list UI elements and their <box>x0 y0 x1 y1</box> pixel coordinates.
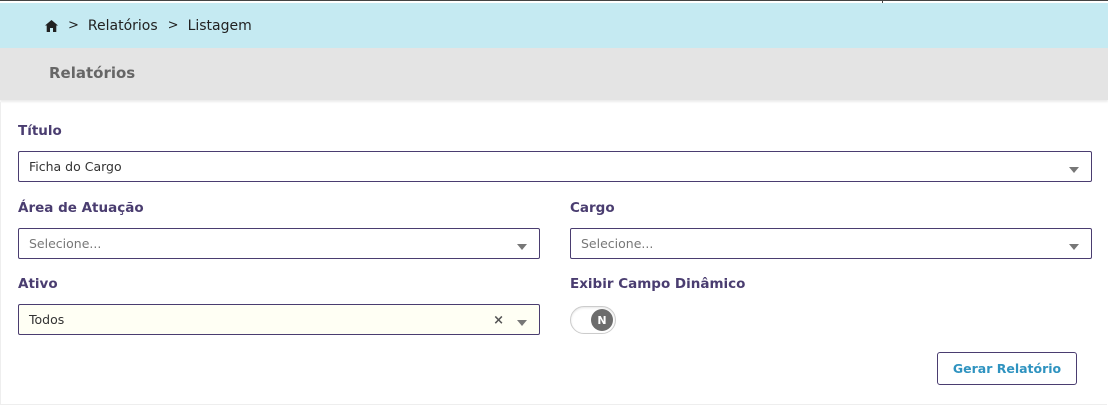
toggle-knob: N <box>591 309 613 331</box>
ativo-select[interactable]: Todos × <box>18 304 540 335</box>
chevron-down-icon[interactable] <box>517 244 527 250</box>
area-atuacao-label: Área de Atuação <box>18 200 144 216</box>
chevron-down-icon[interactable] <box>1069 167 1079 173</box>
cargo-label: Cargo <box>570 200 615 216</box>
ativo-select-value: Todos <box>29 312 65 327</box>
gerar-relatorio-button[interactable]: Gerar Relatório <box>937 352 1077 385</box>
breadcrumb-separator: > <box>167 18 179 33</box>
home-icon[interactable] <box>45 19 58 32</box>
titulo-select-value: Ficha do Cargo <box>29 159 122 174</box>
ativo-label: Ativo <box>18 276 58 292</box>
titulo-label: Título <box>18 123 62 139</box>
chevron-down-icon[interactable] <box>517 320 527 326</box>
breadcrumb-separator: > <box>68 18 79 33</box>
campo-dinamico-toggle[interactable]: N <box>570 306 616 334</box>
titulo-select[interactable]: Ficha do Cargo <box>18 151 1092 182</box>
breadcrumb-item-listagem: Listagem <box>187 17 252 34</box>
cargo-select[interactable]: Selecione... <box>570 228 1092 259</box>
page-title: Relatórios <box>49 64 136 82</box>
page-header: Relatórios <box>0 48 1108 100</box>
area-atuacao-placeholder: Selecione... <box>29 236 102 251</box>
area-atuacao-select[interactable]: Selecione... <box>18 228 540 259</box>
clear-icon[interactable]: × <box>493 313 504 328</box>
cargo-placeholder: Selecione... <box>581 236 654 251</box>
exibir-campo-dinamico-label: Exibir Campo Dinâmico <box>570 276 746 292</box>
breadcrumb-item-relatorios[interactable]: Relatórios <box>88 18 158 34</box>
breadcrumb: > Relatórios > Listagem <box>0 3 1108 48</box>
chevron-down-icon[interactable] <box>1069 244 1079 250</box>
